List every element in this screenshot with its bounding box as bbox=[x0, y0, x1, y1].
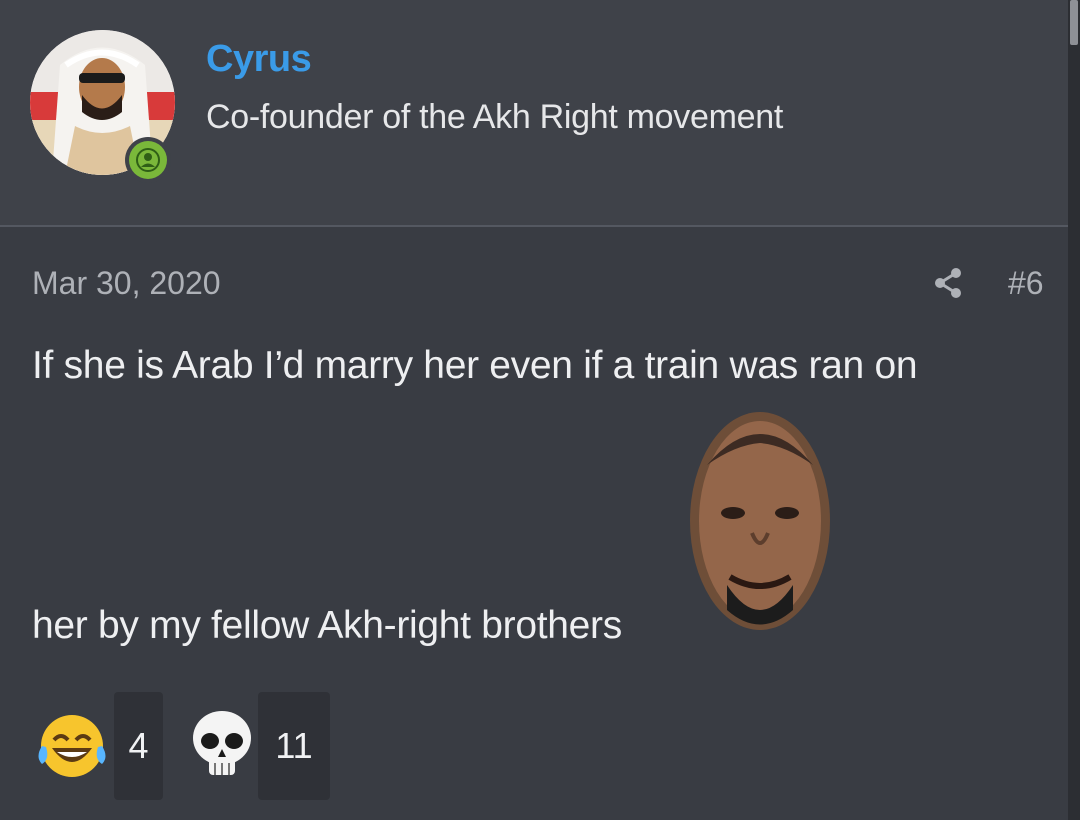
tears-of-joy-count[interactable]: 4 bbox=[114, 692, 163, 800]
share-glyph bbox=[935, 268, 961, 298]
user-title: Co-founder of the Akh Right movement bbox=[206, 98, 783, 136]
share-icon[interactable] bbox=[930, 265, 966, 301]
username-link[interactable]: Cyrus bbox=[206, 38, 312, 81]
smiling-face-sticker bbox=[685, 405, 835, 637]
page-scrollbar[interactable] bbox=[1068, 0, 1080, 820]
post-text-line-2: her by my fellow Akh-right brothers bbox=[32, 604, 622, 647]
online-person-glyph bbox=[136, 148, 160, 172]
post-text-line-1: If she is Arab I’d marry her even if a t… bbox=[32, 344, 918, 387]
tears-of-joy-emoji[interactable] bbox=[35, 709, 109, 783]
user-avatar-container[interactable] bbox=[30, 30, 175, 183]
skull-emoji[interactable] bbox=[185, 707, 259, 781]
forum-post-page: Cyrus Co-founder of the Akh Right moveme… bbox=[0, 0, 1080, 820]
inline-face-image bbox=[690, 412, 830, 630]
post-user-header: Cyrus Co-founder of the Akh Right moveme… bbox=[0, 0, 1068, 227]
post-date[interactable]: Mar 30, 2020 bbox=[32, 265, 221, 302]
tears-of-joy-glyph bbox=[38, 715, 106, 777]
post-number-link[interactable]: #6 bbox=[1008, 265, 1044, 302]
skull-count[interactable]: 11 bbox=[258, 692, 330, 800]
online-status-badge bbox=[125, 137, 171, 183]
scrollbar-thumb[interactable] bbox=[1070, 0, 1078, 45]
person-online-icon bbox=[129, 141, 167, 179]
post-body: Mar 30, 2020 #6 If she is Arab I’d marry… bbox=[0, 227, 1068, 820]
skull-glyph bbox=[193, 711, 251, 775]
